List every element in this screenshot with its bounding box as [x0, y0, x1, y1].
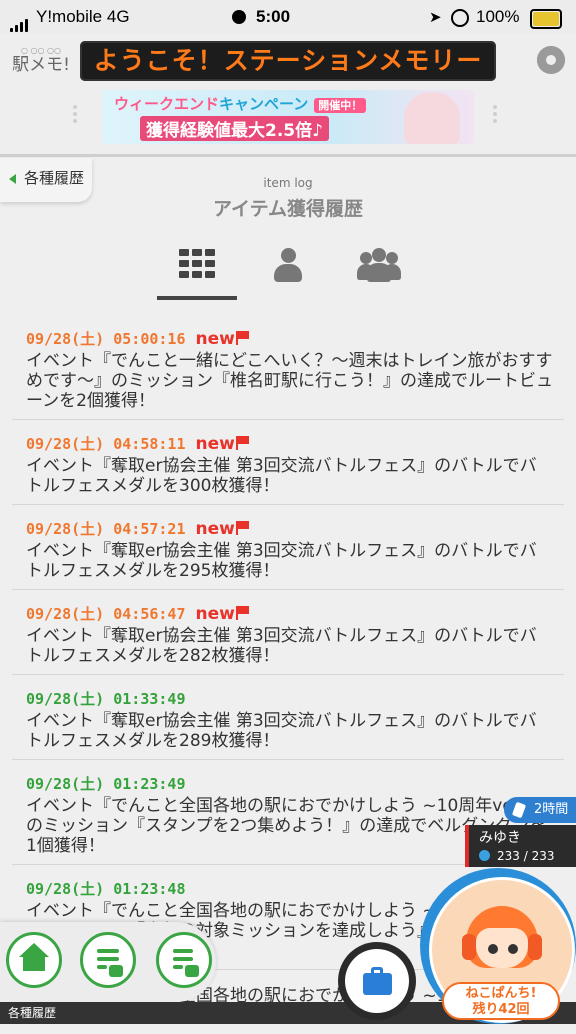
- battery-icon: [530, 9, 562, 29]
- user-hp: 233 / 233: [497, 849, 555, 863]
- list-item[interactable]: 09/28(土) 05:00:16 new イベント『でんこと一緒にどこへいく？～…: [12, 315, 564, 420]
- banner-subtitle: 獲得経験値最大2.5倍♪: [140, 116, 329, 141]
- location-arrow-icon: ➤: [429, 9, 442, 26]
- list-icon: [173, 949, 193, 953]
- welcome-marquee: ようこそ！ステーションメモリー: [80, 41, 496, 81]
- tab-items[interactable]: [157, 244, 237, 300]
- time-badge-label: 2時間: [534, 802, 569, 817]
- entry-text: イベント『奪取er協会主催 第3回交流バトルフェス』のバトルでバトルフェスメダル…: [26, 626, 537, 666]
- entry-text: イベント『奪取er協会主催 第3回交流バトルフェス』のバトルでバトルフェスメダル…: [26, 711, 537, 751]
- log-button[interactable]: [80, 932, 136, 988]
- entry-text: イベント『でんこと一緒にどこへいく？～週末はトレイン旅がおすすめです～』のミッシ…: [26, 351, 553, 411]
- person-icon: [273, 248, 303, 282]
- flag-icon: [235, 436, 250, 450]
- entry-date: 09/28(土) 04:57:21 new: [26, 519, 554, 539]
- list-item[interactable]: 09/28(土) 04:56:47 new イベント『奪取er協会主催 第3回交流…: [12, 590, 564, 675]
- carrier-label: Y!mobile 4G: [36, 7, 130, 26]
- page-subtitle: item log: [263, 176, 313, 190]
- entry-text: イベント『奪取er協会主催 第3回交流バトルフェス』のバトルでバトルフェスメダル…: [26, 456, 537, 496]
- entry-date: 09/28(土) 01:23:49: [26, 775, 186, 793]
- station-list-button[interactable]: [156, 932, 212, 988]
- new-tag: new: [195, 329, 235, 349]
- home-icon: [19, 943, 49, 957]
- page-title: アイテム獲得履歴: [212, 198, 364, 220]
- entry-text: イベント『奪取er協会主催 第3回交流バトルフェス』のバトルでバトルフェスメダル…: [26, 541, 537, 581]
- briefcase-button[interactable]: [338, 942, 416, 1020]
- banner-badge: 開催中！: [314, 98, 367, 113]
- battery-percent: 100%: [476, 7, 520, 26]
- flag-icon: [235, 521, 250, 535]
- hp-icon: [479, 850, 490, 861]
- entry-date: 09/28(土) 04:58:11 new: [26, 434, 554, 454]
- train-icon: [185, 965, 199, 977]
- speaker-dots-left: [68, 102, 82, 132]
- entry-date: 09/28(土) 04:56:47 new: [26, 604, 554, 624]
- list-item[interactable]: 09/28(土) 04:57:21 new イベント『奪取er協会主催 第3回交流…: [12, 505, 564, 590]
- new-tag: new: [195, 434, 235, 454]
- tab-personal[interactable]: [247, 244, 327, 296]
- user-name: みゆき: [479, 830, 521, 846]
- group-icon: [357, 248, 401, 282]
- home-button[interactable]: [6, 932, 62, 988]
- neko-punch-button[interactable]: ねこぱんち! 残り42回: [420, 868, 576, 1024]
- campaign-banner[interactable]: ウィークエンドキャンペーン 開催中！ 獲得経験値最大2.5倍♪: [102, 90, 474, 144]
- neko-punch-remaining: 残り42回: [472, 1002, 530, 1017]
- rotation-lock-icon: [451, 9, 469, 27]
- app-header: 駅メモ! ようこそ！ステーションメモリー ウィークエンドキャンペーン開催中！ 獲…: [0, 28, 576, 157]
- new-tag: new: [195, 519, 235, 539]
- time-badge[interactable]: 2時間: [504, 797, 576, 823]
- gear-icon[interactable]: [537, 46, 565, 74]
- log-tabs: [155, 244, 421, 300]
- tab-group[interactable]: [337, 244, 417, 296]
- bottom-label: 各種履歴: [8, 1006, 57, 1020]
- status-bar: Y!mobile 4G 5:00 ➤ 100%: [0, 0, 576, 34]
- app-logo[interactable]: 駅メモ!: [10, 28, 72, 84]
- list-icon: [97, 949, 119, 953]
- neko-punch-counter: ねこぱんち! 残り42回: [442, 982, 560, 1020]
- character-face-icon: [462, 906, 542, 972]
- banner-title: ウィークエンドキャンペーン 開催中！: [114, 93, 367, 114]
- grid-icon: [179, 249, 217, 279]
- flag-icon: [235, 606, 250, 620]
- clock: 5:00: [256, 7, 291, 26]
- list-item[interactable]: 09/28(土) 01:33:49 イベント『奪取er協会主催 第3回交流バトル…: [12, 675, 564, 760]
- speaker-dots-right: [488, 102, 502, 132]
- ticket-icon: [511, 801, 527, 819]
- banner-character: [404, 92, 460, 144]
- briefcase-icon: [363, 973, 392, 995]
- train-icon: [109, 965, 123, 977]
- bottom-nav: [0, 922, 216, 1002]
- screen-rotation-icon: [232, 10, 246, 24]
- entry-date: 09/28(土) 05:00:16 new: [26, 329, 554, 349]
- list-item[interactable]: 09/28(土) 04:58:11 new イベント『奪取er協会主催 第3回交流…: [12, 420, 564, 505]
- entry-date: 09/28(土) 01:33:49: [26, 690, 186, 708]
- neko-punch-label: ねこぱんち!: [465, 986, 537, 1001]
- user-status[interactable]: みゆき 233 / 233: [465, 825, 576, 867]
- flag-icon: [235, 331, 250, 345]
- new-tag: new: [195, 604, 235, 624]
